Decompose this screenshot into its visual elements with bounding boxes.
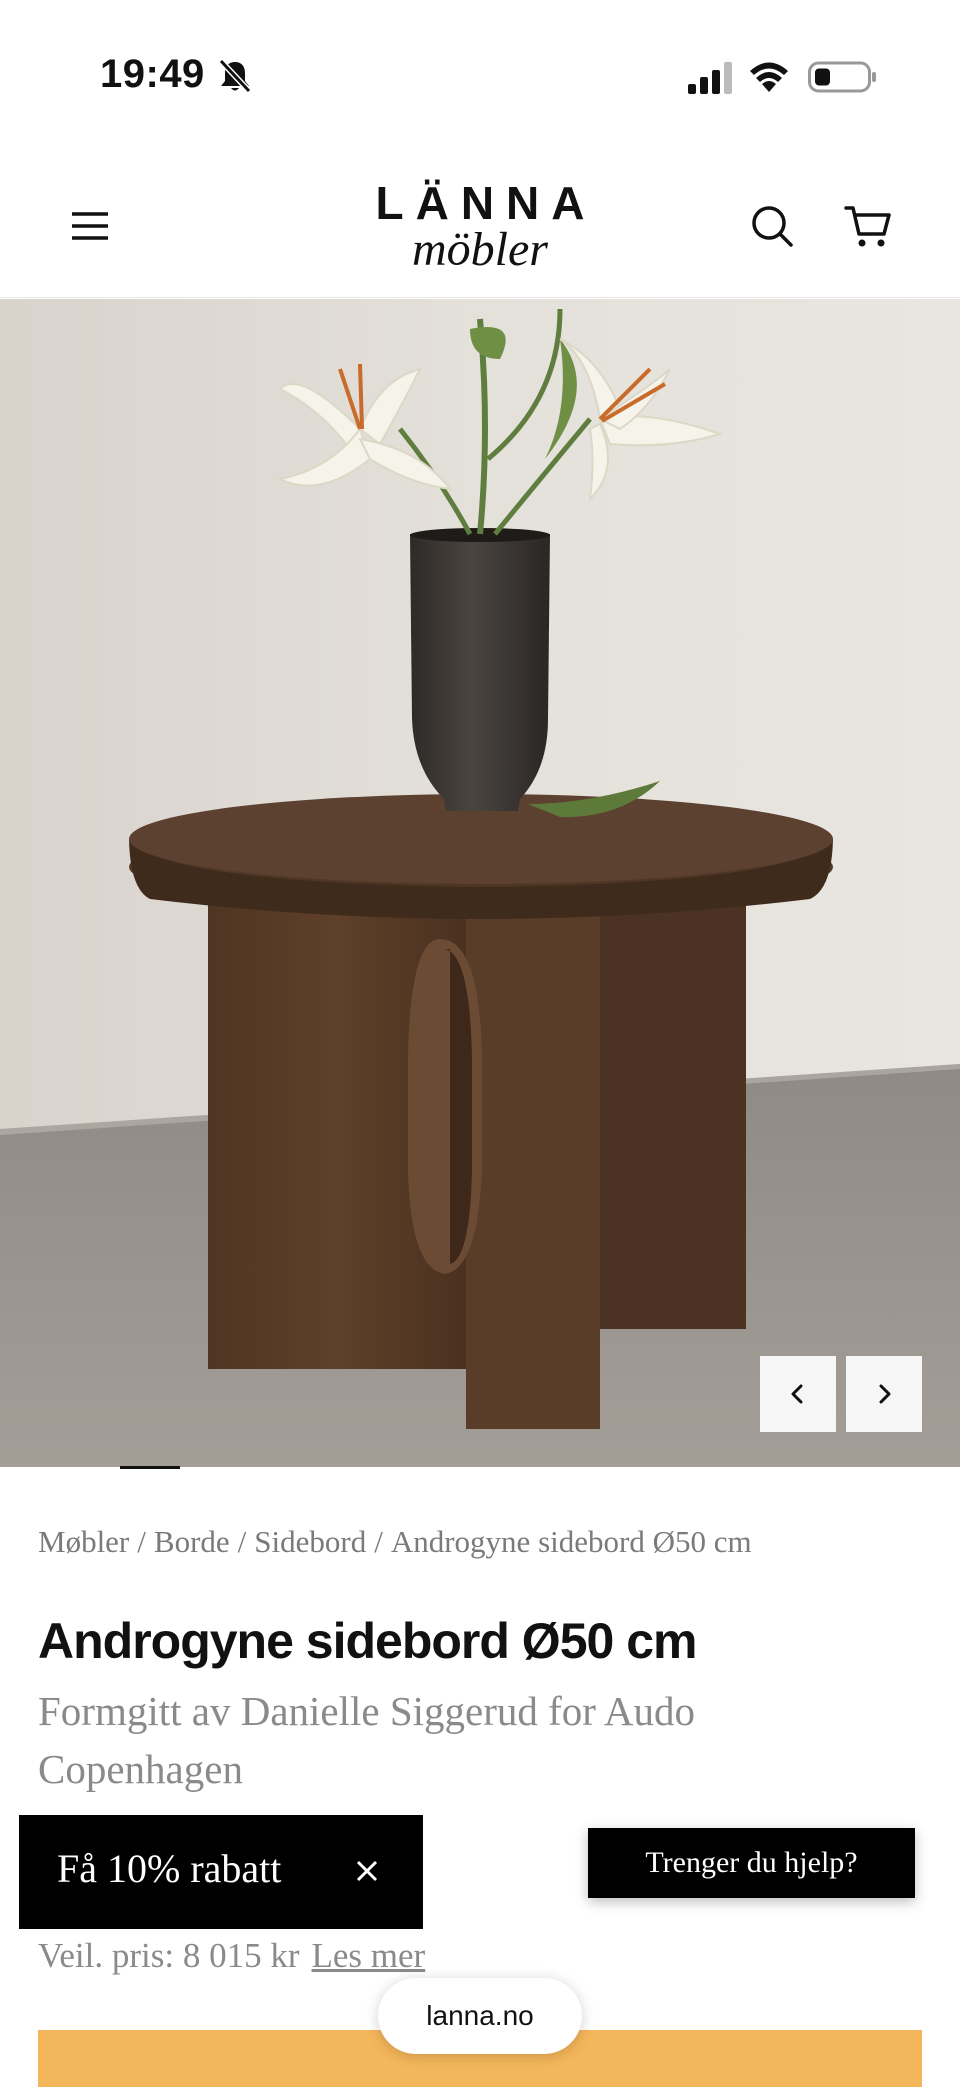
breadcrumb-separator: /: [137, 1524, 146, 1559]
read-more-link[interactable]: Les mer: [312, 1936, 426, 1975]
breadcrumb: Møbler / Borde / Sidebord / Androgyne sidebord…: [38, 1524, 752, 1560]
shopping-cart-icon[interactable]: [844, 202, 892, 250]
close-icon[interactable]: [349, 1853, 385, 1889]
logo-tagline: möbler: [412, 223, 548, 276]
chevron-left-icon: [791, 1384, 803, 1404]
product-image[interactable]: [0, 299, 960, 1467]
browser-url-pill[interactable]: lanna.no: [378, 1978, 582, 2054]
hamburger-menu-icon[interactable]: [68, 208, 112, 244]
logo-wordmark: LÄNNA: [375, 177, 597, 229]
gallery-next-button[interactable]: [846, 1356, 922, 1432]
status-time: 19:49: [100, 52, 205, 96]
recommended-price: Veil. pris: 8 015 kr: [38, 1936, 300, 1975]
breadcrumb-separator: /: [374, 1524, 383, 1559]
price-row: Veil. pris: 8 015 kr Les mer: [38, 1936, 425, 1976]
breadcrumb-item-sidebord[interactable]: Sidebord: [254, 1524, 366, 1559]
cellular-signal-icon: [688, 62, 732, 94]
breadcrumb-item-mobler[interactable]: Møbler: [38, 1524, 129, 1559]
product-photo-illustration: [0, 299, 960, 1467]
breadcrumb-separator: /: [237, 1524, 247, 1559]
status-bar: 19:49: [0, 0, 960, 150]
product-title: Androgyne sidebord Ø50 cm: [38, 1613, 697, 1669]
discount-label: Få 10% rabatt: [57, 1846, 282, 1891]
help-chat-button[interactable]: Trenger du hjelp?: [588, 1828, 915, 1898]
gallery-position-indicator: [120, 1466, 180, 1469]
site-logo[interactable]: LÄNNA möbler: [330, 180, 630, 274]
site-header: LÄNNA möbler: [0, 150, 960, 298]
battery-icon: [808, 61, 876, 93]
product-designer-subtitle: Formgitt av Danielle Siggerud for Audo C…: [38, 1688, 696, 1792]
bell-slash-icon: [218, 58, 252, 94]
chevron-right-icon: [879, 1384, 891, 1404]
breadcrumb-item-current: Androgyne sidebord Ø50 cm: [390, 1524, 752, 1559]
discount-popup[interactable]: Få 10% rabatt: [19, 1815, 423, 1929]
wifi-icon: [750, 62, 788, 92]
search-icon[interactable]: [750, 204, 794, 248]
breadcrumb-item-borde[interactable]: Borde: [154, 1524, 230, 1559]
gallery-prev-button[interactable]: [760, 1356, 836, 1432]
